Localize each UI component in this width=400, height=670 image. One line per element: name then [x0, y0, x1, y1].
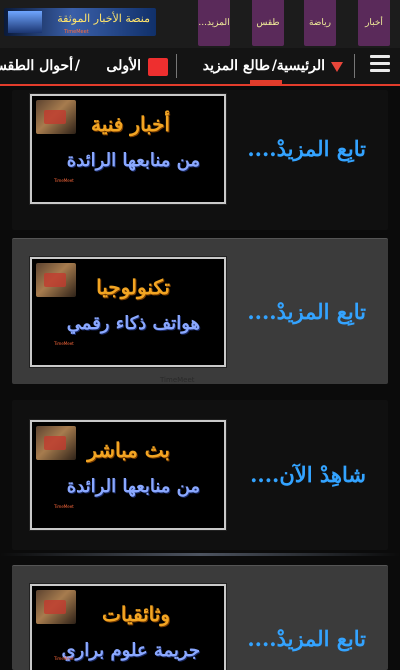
hamburger-menu-icon[interactable]	[370, 55, 390, 75]
thumbnail-title: أخبار فنية	[90, 112, 170, 136]
tab-label: رياضة	[308, 18, 332, 28]
card-thumbnail[interactable]: بث مباشر من منابعها الرائدة TimeMeet	[30, 420, 226, 530]
tab-news[interactable]: أخبار	[358, 0, 390, 46]
breadcrumb-separator: /	[74, 58, 80, 74]
feed-card-documentaries[interactable]: وثائقيات جريمة علوم براري TimeMeet تابع …	[12, 565, 388, 670]
tab-label: المزيد...	[198, 18, 230, 28]
divider	[354, 54, 355, 78]
thumbnail-photo	[36, 100, 76, 134]
thumbnail-title: وثائقيات	[102, 602, 170, 626]
thumbnail-subtitle: من منابعها الرائدة	[66, 150, 200, 171]
read-more-link[interactable]: تابِع المزيدْ....	[247, 136, 366, 161]
tab-sports[interactable]: رياضة	[304, 0, 336, 46]
thumbnail-subtitle: هواتف ذكاء رقمي	[66, 313, 200, 334]
watermark: TimeMeet	[160, 376, 195, 384]
thumbnail-subtitle: من منابعها الرائدة	[66, 476, 200, 497]
site-logo[interactable]: منصة الأخبار الموثقة TimeMeet	[4, 8, 156, 36]
divider	[176, 54, 177, 78]
feed-card-art-news[interactable]: أخبار فنية من منابعها الرائدة TimeMeet ت…	[12, 90, 388, 230]
logo-image	[8, 11, 42, 33]
thumbnail-stamp: TimeMeet	[54, 656, 74, 661]
header-underline	[0, 84, 400, 86]
tab-weather[interactable]: طقس	[252, 0, 284, 46]
card-thumbnail[interactable]: أخبار فنية من منابعها الرائدة TimeMeet	[30, 94, 226, 204]
thumbnail-stamp: TimeMeet	[54, 178, 74, 183]
breadcrumb-more[interactable]: طالع المزيد	[203, 58, 270, 74]
section-divider	[0, 553, 400, 556]
read-more-link[interactable]: تابِع المزيدْ....	[247, 299, 366, 324]
logo-subtext: TimeMeet	[64, 29, 89, 35]
thumbnail-stamp: TimeMeet	[54, 504, 74, 509]
thumbnail-title: تكنولوجيا	[96, 275, 170, 299]
card-thumbnail[interactable]: وثائقيات جريمة علوم براري TimeMeet	[30, 584, 226, 670]
breadcrumb-weather[interactable]: أحوال الطقس	[0, 58, 73, 74]
feed-card-technology[interactable]: تكنولوجيا هواتف ذكاء رقمي TimeMeet تابِع…	[12, 238, 388, 384]
thumbnail-stamp: TimeMeet	[54, 341, 74, 346]
tab-label: أخبار	[365, 18, 383, 28]
triangle-down-icon[interactable]	[331, 62, 343, 72]
logo-text: منصة الأخبار الموثقة	[57, 12, 150, 25]
thumbnail-photo	[36, 426, 76, 460]
thumbnail-subtitle: جريمة علوم براري	[61, 640, 200, 661]
breadcrumb-separator: /	[271, 58, 277, 74]
tab-label: طقس	[256, 18, 280, 28]
thumbnail-photo	[36, 590, 76, 624]
watch-now-link[interactable]: شاهِدْ الآن....	[250, 462, 366, 487]
top-bar: منصة الأخبار الموثقة TimeMeet أخبار رياض…	[0, 0, 400, 48]
feed-card-live[interactable]: بث مباشر من منابعها الرائدة TimeMeet شاه…	[12, 400, 388, 550]
read-more-link[interactable]: تابع المزيدْ....	[247, 626, 366, 651]
thumbnail-title: بث مباشر	[87, 438, 170, 462]
card-thumbnail[interactable]: تكنولوجيا هواتف ذكاء رقمي TimeMeet	[30, 257, 226, 367]
breadcrumb-first[interactable]: الأولى	[106, 58, 141, 74]
breadcrumb-home[interactable]: الرئيسية	[277, 58, 325, 74]
tab-more[interactable]: المزيد...	[198, 0, 230, 46]
red-square-icon	[148, 58, 168, 76]
thumbnail-photo	[36, 263, 76, 297]
